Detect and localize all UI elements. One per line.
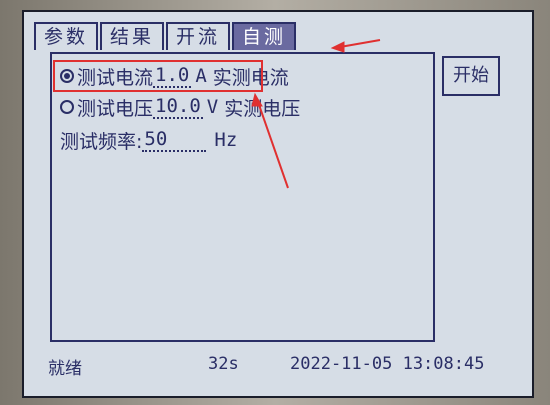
annotation-arrows xyxy=(251,39,381,189)
arrow-to-tab-icon xyxy=(330,39,381,53)
arrow-to-current-row-icon xyxy=(251,92,289,189)
